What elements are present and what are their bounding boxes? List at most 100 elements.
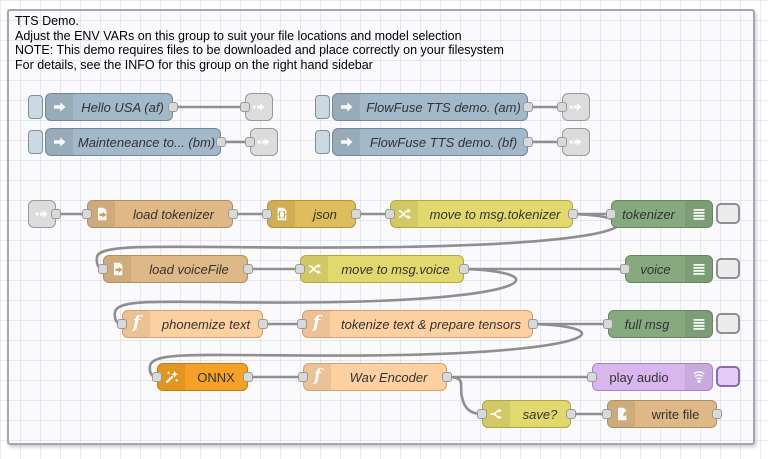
input-port[interactable]: [557, 102, 567, 112]
link-arrow-icon: [251, 99, 267, 115]
output-port[interactable]: [243, 264, 253, 274]
audio-toggle-button[interactable]: [716, 366, 740, 387]
node-debug-full-msg[interactable]: full msg: [608, 310, 740, 338]
node-link-in[interactable]: [28, 200, 56, 228]
node-play-audio[interactable]: play audio: [592, 363, 740, 391]
function-f-icon: f: [123, 311, 150, 337]
node-function-wav-encoder[interactable]: f Wav Encoder: [303, 363, 447, 391]
inject-arrow-icon: [46, 129, 73, 155]
switch-fork-icon: [483, 401, 510, 427]
node-link-out[interactable]: [562, 128, 590, 156]
input-port[interactable]: [606, 209, 616, 219]
input-port[interactable]: [98, 264, 108, 274]
output-port[interactable]: [168, 102, 178, 112]
node-inject-flowfuse-bf[interactable]: FlowFuse TTS demo. (bf): [315, 128, 528, 156]
flow-canvas[interactable]: TTS Demo. Adjust the ENV VARs on this gr…: [0, 0, 768, 459]
inject-trigger-button[interactable]: [28, 95, 43, 119]
node-change-move-tokenizer[interactable]: move to msg.tokenizer: [390, 200, 573, 228]
wire-wavencoder-to-save[interactable]: [447, 377, 482, 414]
input-port[interactable]: [477, 409, 487, 419]
debug-toggle-button[interactable]: [716, 313, 740, 334]
output-port[interactable]: [258, 319, 268, 329]
node-inject-maintenance[interactable]: Mainteneance to... (bm): [28, 128, 221, 156]
output-port[interactable]: [528, 319, 538, 329]
file-in-icon: [88, 201, 115, 227]
input-port[interactable]: [602, 409, 612, 419]
output-port[interactable]: [568, 209, 578, 219]
debug-list-icon: [685, 201, 712, 227]
link-arrow-icon: [568, 99, 584, 115]
inject-arrow-icon: [333, 94, 360, 120]
svg-text:{}: {}: [277, 210, 287, 219]
node-label: move to msg.tokenizer: [418, 201, 572, 227]
shuffle-icon: [391, 201, 418, 227]
output-port[interactable]: [243, 372, 253, 382]
input-port[interactable]: [385, 209, 395, 219]
inject-trigger-button[interactable]: [315, 130, 330, 154]
function-f-icon: f: [304, 364, 331, 390]
inject-trigger-button[interactable]: [315, 95, 330, 119]
output-port[interactable]: [351, 209, 361, 219]
magic-wand-icon: [158, 364, 185, 390]
debug-toggle-button[interactable]: [716, 203, 740, 224]
node-label: ONNX: [185, 364, 247, 390]
output-port[interactable]: [228, 209, 238, 219]
link-arrow-icon: [568, 134, 584, 150]
input-port[interactable]: [295, 264, 305, 274]
input-port[interactable]: [298, 372, 308, 382]
shuffle-icon: [301, 256, 328, 282]
output-port[interactable]: [523, 137, 533, 147]
input-port[interactable]: [603, 319, 613, 329]
output-port[interactable]: [442, 372, 452, 382]
node-link-out[interactable]: [250, 128, 278, 156]
node-json[interactable]: {} json: [267, 200, 356, 228]
output-port[interactable]: [51, 209, 61, 219]
node-label: tokenize text & prepare tensors: [330, 311, 532, 337]
input-port[interactable]: [262, 209, 272, 219]
node-function-phonemize[interactable]: f phonemize text: [122, 310, 263, 338]
link-arrow-icon: [256, 134, 272, 150]
input-port[interactable]: [117, 319, 127, 329]
node-label: full msg: [609, 311, 685, 337]
node-inject-flowfuse-am[interactable]: FlowFuse TTS demo. (am): [315, 93, 528, 121]
node-change-move-voice[interactable]: move to msg.voice: [300, 255, 464, 283]
output-port[interactable]: [216, 137, 226, 147]
input-port[interactable]: [587, 372, 597, 382]
input-port[interactable]: [620, 264, 630, 274]
node-label: phonemize text: [150, 311, 262, 337]
debug-list-icon: [685, 256, 712, 282]
output-port[interactable]: [566, 409, 576, 419]
debug-toggle-button[interactable]: [716, 258, 740, 279]
input-port[interactable]: [297, 319, 307, 329]
input-port[interactable]: [245, 137, 255, 147]
node-label: write file: [635, 401, 716, 427]
node-label: Mainteneance to... (bm): [73, 129, 220, 155]
input-port[interactable]: [82, 209, 92, 219]
input-port[interactable]: [152, 372, 162, 382]
node-file-out-write-file[interactable]: write file: [607, 400, 717, 428]
function-f-icon: f: [303, 311, 330, 337]
node-onnx[interactable]: ONNX: [157, 363, 248, 391]
link-arrow-icon: [34, 206, 50, 222]
node-inject-hello-usa[interactable]: Hello USA (af): [28, 93, 173, 121]
node-link-out[interactable]: [245, 93, 273, 121]
node-label: Hello USA (af): [73, 94, 172, 120]
file-in-icon: [104, 256, 131, 282]
output-port[interactable]: [712, 409, 722, 419]
node-debug-voice[interactable]: voice: [625, 255, 740, 283]
node-file-in-load-tokenizer[interactable]: load tokenizer: [87, 200, 233, 228]
input-port[interactable]: [557, 137, 567, 147]
input-port[interactable]: [240, 102, 250, 112]
node-label: move to msg.voice: [328, 256, 463, 282]
node-label: json: [295, 201, 355, 227]
node-link-out[interactable]: [562, 93, 590, 121]
inject-trigger-button[interactable]: [28, 130, 43, 154]
node-label: tokenizer: [612, 201, 685, 227]
node-file-in-load-voicefile[interactable]: load voiceFile: [103, 255, 248, 283]
node-function-tokenize[interactable]: f tokenize text & prepare tensors: [302, 310, 533, 338]
output-port[interactable]: [459, 264, 469, 274]
node-debug-tokenizer[interactable]: tokenizer: [611, 200, 740, 228]
node-switch-save[interactable]: save?: [482, 400, 571, 428]
node-label: FlowFuse TTS demo. (am): [360, 94, 527, 120]
output-port[interactable]: [523, 102, 533, 112]
